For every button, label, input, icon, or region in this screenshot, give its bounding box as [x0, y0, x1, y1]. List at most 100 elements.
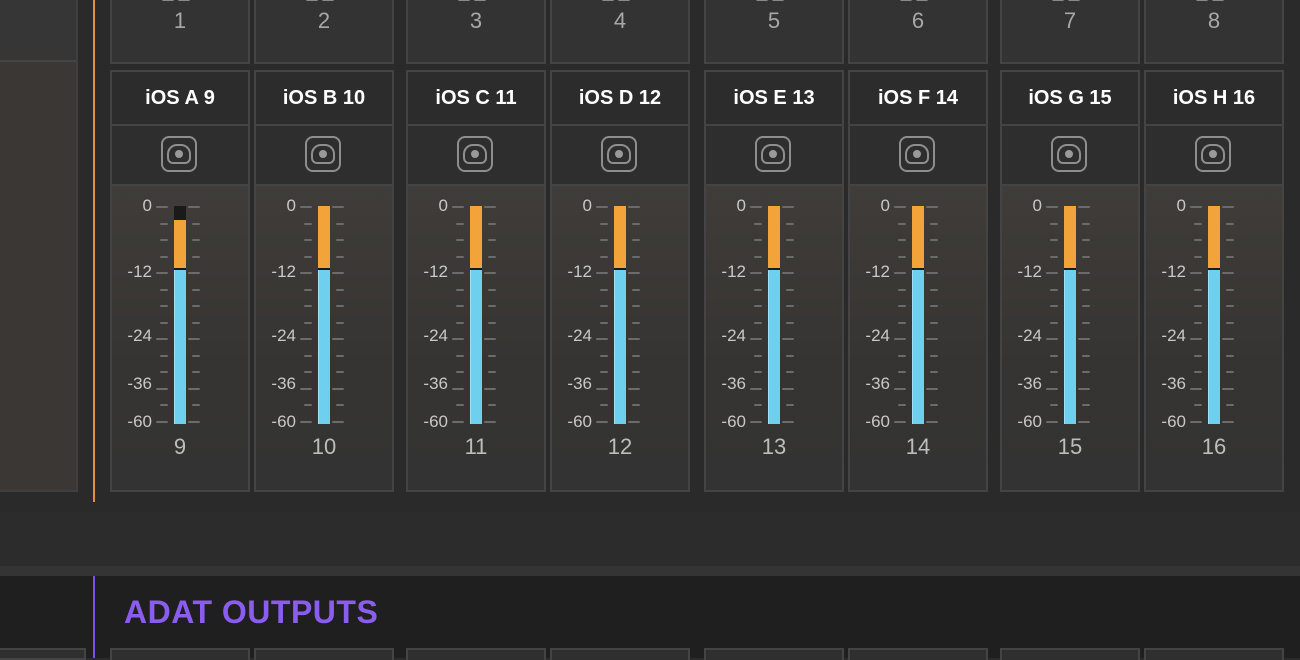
adat-left-cell: [0, 648, 86, 660]
meter-scale-label: -36: [1017, 374, 1042, 393]
meter-tick: [1194, 223, 1202, 225]
adat-channel-cell[interactable]: [254, 648, 394, 660]
meter-tick: [1050, 289, 1058, 291]
meter-tick: [156, 272, 168, 274]
speaker-icon[interactable]: [899, 136, 935, 172]
top-channel-cell[interactable]: 7: [1000, 0, 1140, 64]
adat-channel-cell[interactable]: [550, 648, 690, 660]
meter-tick: [332, 272, 344, 274]
level-meter: [1208, 206, 1220, 424]
meter-tick: [1194, 289, 1202, 291]
channel-name[interactable]: iOS H 16: [1146, 72, 1282, 126]
meter-scale-label: -12: [721, 262, 746, 281]
meter-tick: [456, 355, 464, 357]
meter-tick: [156, 421, 168, 423]
meter-scale-label: -24: [423, 326, 448, 345]
meter-tick: [456, 371, 464, 373]
meter-tick: [786, 223, 794, 225]
meter-tick: [300, 206, 312, 208]
adat-channel-cell[interactable]: [406, 648, 546, 660]
channel-name[interactable]: iOS E 13: [706, 72, 842, 126]
speaker-icon[interactable]: [305, 136, 341, 172]
meter-tick: [894, 421, 906, 423]
adat-channel-cell[interactable]: [110, 648, 250, 660]
top-channel-cell[interactable]: 6: [848, 0, 988, 64]
channel-name[interactable]: iOS D 12: [552, 72, 688, 126]
speaker-icon[interactable]: [601, 136, 637, 172]
channel-strip[interactable]: iOS C 11 0 -12 -24 -36 -60 11: [406, 70, 546, 492]
meter-tick: [484, 388, 496, 390]
meter-tick: [628, 272, 640, 274]
meter-scale-label: -36: [1161, 374, 1186, 393]
meter-tick: [332, 388, 344, 390]
channel-name[interactable]: iOS C 11: [408, 72, 544, 126]
meter-tick: [628, 421, 640, 423]
meter-tick: [754, 305, 762, 307]
meter-tick: [336, 223, 344, 225]
channel-name[interactable]: iOS B 10: [256, 72, 392, 126]
cropped-label: [1196, 0, 1236, 2]
meter-tick: [1194, 322, 1202, 324]
speaker-icon[interactable]: [1051, 136, 1087, 172]
meter-tick: [1078, 272, 1090, 274]
section-accent-line: [93, 0, 95, 502]
top-channel-cell[interactable]: 1: [110, 0, 250, 64]
meter-tick: [930, 256, 938, 258]
meter-tick: [300, 388, 312, 390]
speaker-icon[interactable]: [1195, 136, 1231, 172]
speaker-icon[interactable]: [161, 136, 197, 172]
channel-strip[interactable]: iOS D 12 0 -12 -24 -36 -60 12: [550, 70, 690, 492]
meter-tick: [1078, 206, 1090, 208]
meter-tick: [1050, 256, 1058, 258]
channel-name[interactable]: iOS F 14: [850, 72, 986, 126]
meter-signal-segment: [614, 270, 626, 424]
adat-channel-cell[interactable]: [704, 648, 844, 660]
channel-strip[interactable]: iOS F 14 0 -12 -24 -36 -60 14: [848, 70, 988, 492]
channel-strip[interactable]: iOS B 10 0 -12 -24 -36 -60 10: [254, 70, 394, 492]
top-channel-cell[interactable]: 4: [550, 0, 690, 64]
meter-scale-label: -36: [127, 374, 152, 393]
channel-strip[interactable]: iOS H 16 0 -12 -24 -36 -60 16: [1144, 70, 1284, 492]
meter-scale-label: -60: [721, 412, 746, 431]
meter-tick: [786, 289, 794, 291]
adat-channel-cell[interactable]: [848, 648, 988, 660]
meter-tick: [1226, 404, 1234, 406]
adat-channel-cell[interactable]: [1144, 648, 1284, 660]
channel-name[interactable]: iOS G 15: [1002, 72, 1138, 126]
meter-tick: [332, 206, 344, 208]
meter-tick: [754, 371, 762, 373]
meter-tick: [336, 404, 344, 406]
meter-tick: [456, 223, 464, 225]
meter-scale-label: 0: [1176, 196, 1186, 215]
channel-strip[interactable]: iOS E 13 0 -12 -24 -36 -60 13: [704, 70, 844, 492]
top-channel-cell[interactable]: 5: [704, 0, 844, 64]
meter-tick: [1078, 388, 1090, 390]
meter-tick: [1194, 256, 1202, 258]
meter-tick: [632, 371, 640, 373]
meter-tick: [1050, 355, 1058, 357]
meter-scale-label: -24: [865, 326, 890, 345]
meter-tick: [160, 404, 168, 406]
output-assign-row: [552, 126, 688, 186]
top-channel-cell[interactable]: 3: [406, 0, 546, 64]
adat-channel-cell[interactable]: [1000, 648, 1140, 660]
left-panel-body: [0, 62, 76, 490]
meter-tick: [160, 305, 168, 307]
meter-tick: [192, 404, 200, 406]
speaker-icon[interactable]: [457, 136, 493, 172]
meter-peak-segment: [1208, 206, 1220, 268]
meter-tick: [782, 206, 794, 208]
meter-tick: [596, 388, 608, 390]
channel-strip[interactable]: iOS G 15 0 -12 -24 -36 -60 15: [1000, 70, 1140, 492]
top-channel-cell[interactable]: 2: [254, 0, 394, 64]
channel-number: 11: [464, 434, 488, 459]
meter-tick: [596, 338, 608, 340]
meter-tick: [1222, 388, 1234, 390]
meter-tick: [786, 355, 794, 357]
meter-tick: [754, 404, 762, 406]
channel-strip[interactable]: iOS A 9 0 -12 -24 -36 -60 9: [110, 70, 250, 492]
top-channel-cell[interactable]: 8: [1144, 0, 1284, 64]
speaker-icon[interactable]: [755, 136, 791, 172]
meter-tick: [304, 355, 312, 357]
channel-name[interactable]: iOS A 9: [112, 72, 248, 126]
